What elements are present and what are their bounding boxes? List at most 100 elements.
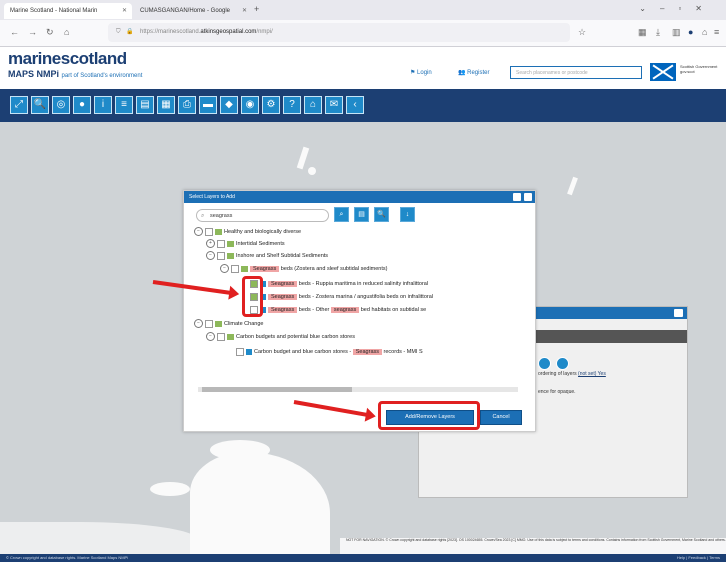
search-button[interactable]: ⌕ — [334, 207, 349, 222]
layer-item-other[interactable]: Seagrass beds - Other seagrass bed habit… — [250, 305, 426, 315]
saltire-flag-icon — [650, 63, 676, 81]
tree-label: Carbon budget and blue carbon stores - — [254, 349, 352, 355]
login-link[interactable]: ⚑ Login — [410, 69, 432, 76]
search-value: seagrass — [210, 213, 233, 219]
tree-label: beds - Other — [298, 307, 330, 313]
highlight-match: Seagrass — [268, 281, 298, 287]
extensions-icon[interactable]: ▦ — [638, 27, 647, 38]
share-icon[interactable]: ✉ — [325, 96, 343, 114]
comment-icon[interactable]: ▬ — [199, 96, 217, 114]
folder-icon — [227, 252, 234, 259]
home-icon[interactable]: ⌂ — [64, 27, 69, 37]
tree-label: Carbon budgets and potential blue carbon… — [236, 334, 355, 340]
collapse-icon[interactable]: − — [220, 264, 229, 274]
layer-item-ruppia[interactable]: Seagrass beds - Ruppia maritima in reduc… — [250, 279, 428, 289]
up-icon[interactable] — [538, 357, 551, 370]
checkbox[interactable] — [217, 251, 225, 260]
list-icon[interactable]: ≡ — [115, 96, 133, 114]
folder-icon — [227, 333, 234, 340]
settings-icon[interactable]: ⚙ — [262, 96, 280, 114]
checkbox[interactable] — [205, 319, 213, 328]
window-controls[interactable]: ⌄–▫✕ — [639, 4, 716, 13]
close-icon[interactable]: ✕ — [242, 3, 247, 19]
scrollbar-thumb[interactable] — [202, 387, 352, 392]
back-icon[interactable]: ← — [10, 27, 19, 37]
cancel-button[interactable]: Cancel — [480, 410, 522, 425]
dialog-title-text: Select Layers to Add — [189, 194, 235, 200]
tree-node-intertidal[interactable]: + Intertidal Sediments — [206, 239, 285, 249]
close-icon[interactable]: ✕ — [122, 3, 127, 19]
maximize-icon[interactable] — [513, 193, 521, 201]
dialog-title: Select Layers to Add — [184, 191, 535, 203]
reload-icon[interactable]: ↻ — [46, 27, 54, 38]
shortcut-icon[interactable]: ⌂ — [702, 27, 707, 37]
tree-node-healthy[interactable]: − Healthy and biologically diverse — [194, 227, 301, 237]
browser-tab-marine-scotland[interactable]: Marine Scotland - National Marin ✕ — [4, 3, 132, 19]
site-logo[interactable]: marinescotland — [8, 49, 127, 69]
table-icon[interactable]: ▦ — [157, 96, 175, 114]
zoom-out-icon[interactable]: ◎ — [52, 96, 70, 114]
horizontal-scrollbar[interactable] — [198, 387, 518, 392]
tree-node-seagrass-beds[interactable]: − Seagrass beds (Zostera and sleef subtid… — [220, 264, 387, 274]
zoom-in-icon[interactable]: 🔍 — [31, 96, 49, 114]
down-icon[interactable] — [556, 357, 569, 370]
collapse-icon[interactable]: − — [194, 227, 203, 237]
ordering-text: ordering of layers (not set) Yes — [538, 371, 606, 377]
zoom-search-button[interactable]: 🔍 — [374, 207, 389, 222]
bookmark-icon[interactable]: ◆ — [220, 96, 238, 114]
library-icon[interactable]: ▥ — [672, 27, 681, 38]
collapse-icon[interactable]: − — [194, 319, 203, 329]
tree-label: Healthy and biologically diverse — [224, 229, 302, 235]
layer-item-carbon-seagrass[interactable]: Carbon budget and blue carbon stores - S… — [236, 347, 423, 357]
tree-label: bed habitats on subtidal se — [360, 307, 427, 313]
expand-icon[interactable]: + — [206, 239, 215, 249]
checkbox[interactable] — [205, 227, 213, 236]
site-header: marinescotland MAPS NMPi part of Scotlan… — [0, 47, 726, 90]
tree-node-carbon[interactable]: − Carbon budgets and potential blue carbo… — [206, 332, 355, 342]
tree-label: records - MMI S — [383, 349, 423, 355]
browser-tab-google[interactable]: CUMASGANGAN/Home - Google ✕ — [134, 3, 252, 19]
menu-icon[interactable]: ≡ — [714, 27, 719, 37]
register-link[interactable]: 👥 Register — [458, 69, 489, 76]
close-icon[interactable] — [674, 309, 683, 317]
tree-node-inshore[interactable]: − Inshore and Shelf Subtidal Sediments — [206, 251, 328, 261]
measure-icon[interactable]: ◉ — [241, 96, 259, 114]
browser-nav-bar: ← → ↻ ⌂ ⛉ 🔒 https://marinescotland.atkin… — [0, 20, 726, 47]
new-tab-icon[interactable]: + — [254, 4, 259, 14]
home-map-icon[interactable]: ⌂ — [304, 96, 322, 114]
info-icon[interactable]: i — [94, 96, 112, 114]
layer-item-zostera[interactable]: Seagrass beds - Zostera marina / angusti… — [250, 292, 433, 302]
status-left: © Crown copyright and database rights. M… — [6, 555, 129, 560]
zoom-extent-icon[interactable]: ⤢ — [10, 96, 28, 114]
map-toolbar: ⤢ 🔍 ◎ ● i ≡ ▤ ▦ ⎙ ▬ ◆ ◉ ⚙ ? ⌂ ✉ ‹ — [0, 89, 726, 122]
downloads-icon[interactable]: ⤓ — [656, 27, 660, 38]
forward-icon[interactable]: → — [28, 27, 37, 37]
land-shape — [0, 522, 200, 554]
highlight-match: Seagrass — [352, 349, 383, 355]
checkbox[interactable] — [231, 264, 239, 273]
account-icon[interactable]: ● — [688, 27, 693, 37]
collapse-icon[interactable]: − — [206, 332, 215, 342]
status-bar: © Crown copyright and database rights. M… — [0, 554, 726, 562]
collapse-icon[interactable]: − — [206, 251, 215, 261]
checkbox[interactable] — [217, 332, 225, 341]
checkbox[interactable] — [236, 347, 244, 356]
layers-icon[interactable]: ▤ — [136, 96, 154, 114]
highlight-match: Seagrass — [250, 266, 280, 272]
close-icon[interactable] — [524, 193, 532, 201]
print-icon[interactable]: ⎙ — [178, 96, 196, 114]
collapse-icon[interactable]: ‹ — [346, 96, 364, 114]
address-bar[interactable]: ⛉ 🔒 https://marinescotland.atkinsgeospat… — [108, 23, 570, 42]
status-right[interactable]: Help | Feedback | Terms — [677, 554, 720, 562]
help-icon[interactable]: ? — [283, 96, 301, 114]
layer-search-input[interactable]: ⌕ seagrass — [196, 209, 329, 222]
globe-icon[interactable]: ● — [73, 96, 91, 114]
island-shape — [308, 167, 316, 175]
placename-search-input[interactable]: Search placenames or postcode — [510, 66, 642, 79]
filter-button[interactable]: ▤ — [354, 207, 369, 222]
download-button[interactable]: ↓ — [400, 207, 415, 222]
tree-node-climate[interactable]: − Climate Change — [194, 319, 263, 329]
checkbox[interactable] — [217, 239, 225, 248]
star-icon[interactable]: ☆ — [578, 27, 586, 38]
gov-scot-logo: Scottish Government gov.scot — [680, 64, 718, 74]
